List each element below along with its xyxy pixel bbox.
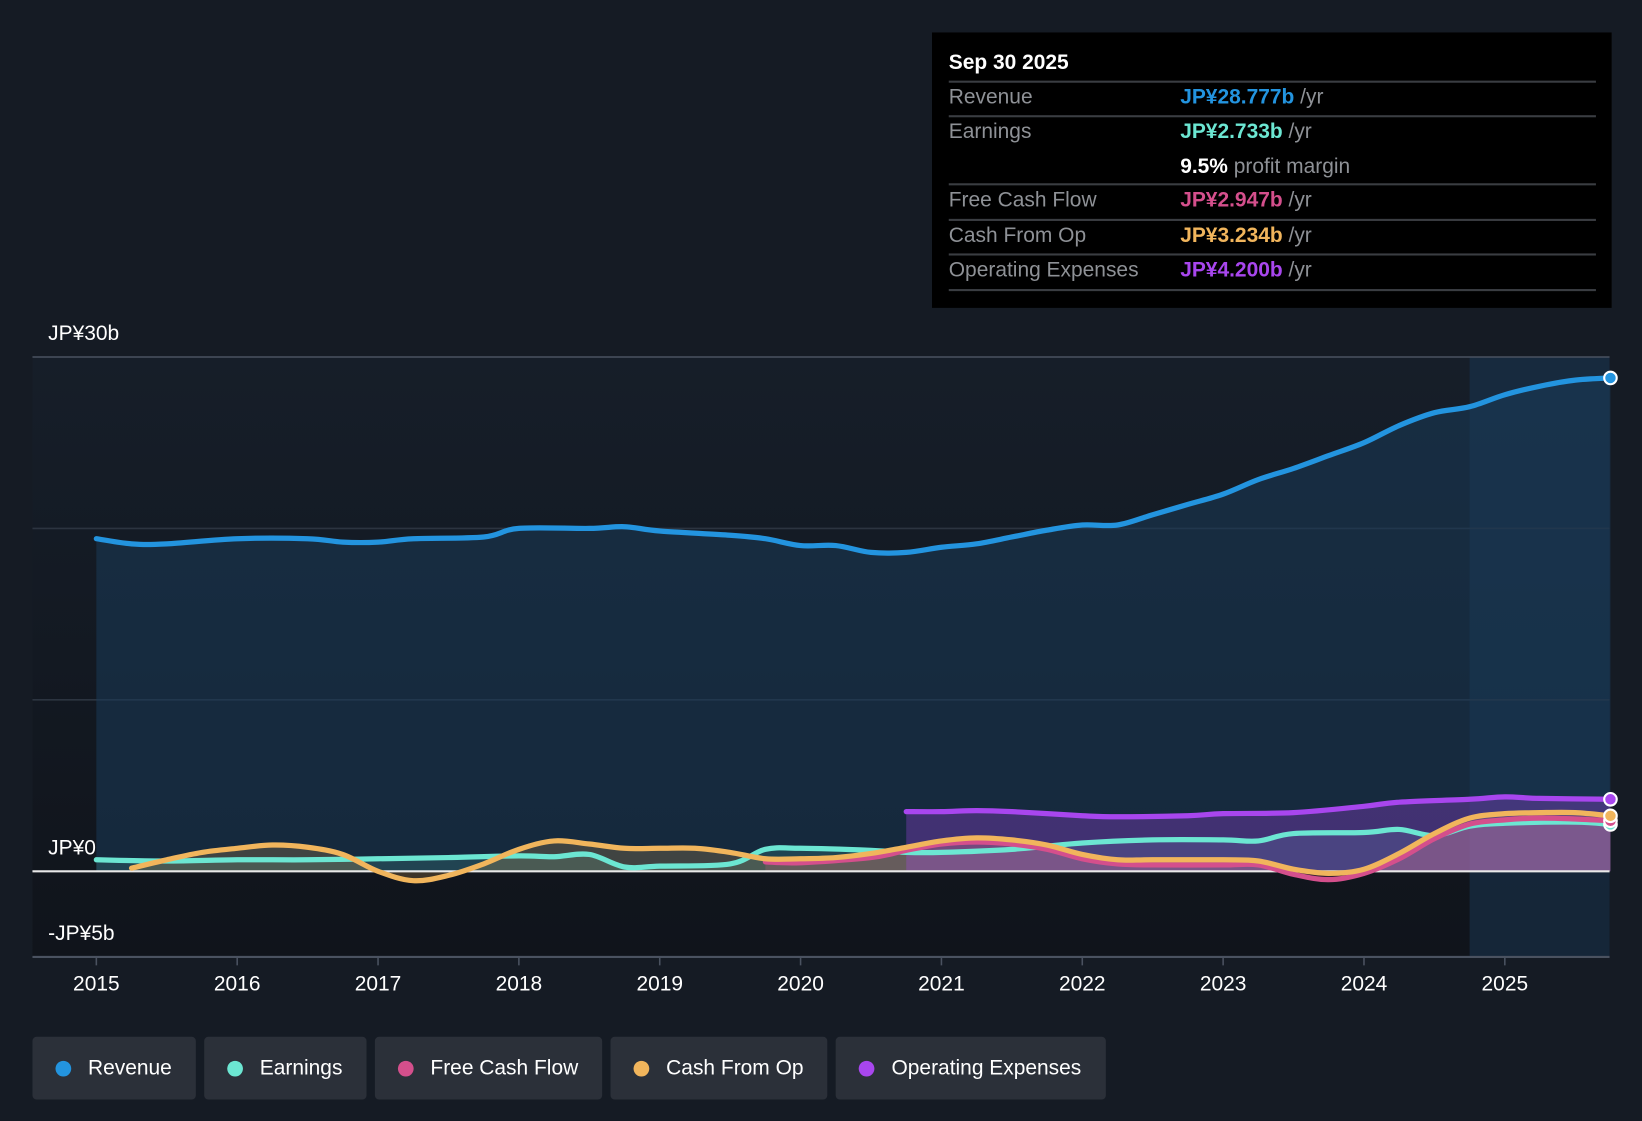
y-tick-label: JP¥0 xyxy=(48,837,96,860)
tooltip-row-fcf: Free Cash Flow JP¥2.947b /yr xyxy=(948,183,1596,219)
tooltip-unit: /yr xyxy=(1300,85,1324,109)
x-tick-label: 2022 xyxy=(1059,973,1106,996)
revenue-dot-icon xyxy=(55,1060,72,1076)
tooltip-row-earnings: Earnings JP¥2.733b /yr 9.5% profit margin xyxy=(948,115,1596,184)
y-tick-label: JP¥30b xyxy=(48,322,119,345)
tooltip-unit: /yr xyxy=(1288,188,1312,212)
tooltip-value: JP¥2.733b xyxy=(1180,120,1283,144)
legend-label: Operating Expenses xyxy=(891,1056,1082,1080)
tooltip: Sep 30 2025 Revenue JP¥28.777b /yr Earnin… xyxy=(932,32,1612,308)
tooltip-value: JP¥4.200b xyxy=(1180,258,1283,282)
tooltip-date: Sep 30 2025 xyxy=(948,51,1069,75)
legend-label: Cash From Op xyxy=(666,1056,804,1080)
tooltip-row-opex: Operating Expenses JP¥4.200b /yr xyxy=(948,253,1596,292)
x-tick-label: 2025 xyxy=(1482,973,1529,996)
profit-margin-label: profit margin xyxy=(1233,154,1351,179)
endpoint-cash-from-op xyxy=(1603,808,1618,824)
tooltip-unit: /yr xyxy=(1288,258,1312,282)
y-tick-label: -JP¥5b xyxy=(48,922,114,945)
opex-dot-icon xyxy=(859,1060,875,1076)
legend-free-cash-flow[interactable]: Free Cash Flow xyxy=(374,1036,603,1100)
x-tick-label: 2021 xyxy=(918,973,965,996)
chart-panel: 2015 2016 2017 2018 2019 2020 2021 2022 2023 2024… xyxy=(0,0,1642,1121)
legend-revenue[interactable]: Revenue xyxy=(32,1036,196,1100)
endpoint-revenue xyxy=(1603,370,1618,386)
legend-label: Revenue xyxy=(87,1056,172,1080)
tooltip-value: JP¥3.234b xyxy=(1180,224,1283,248)
cfo-dot-icon xyxy=(633,1060,650,1076)
tooltip-label: Free Cash Flow xyxy=(948,188,1097,212)
x-tick-label: 2023 xyxy=(1200,973,1247,996)
profit-margin-value: 9.5% xyxy=(1180,154,1228,179)
tooltip-unit: /yr xyxy=(1288,120,1312,144)
tooltip-row-revenue: Revenue JP¥28.777b /yr xyxy=(948,80,1596,117)
legend-earnings[interactable]: Earnings xyxy=(204,1036,367,1100)
fcf-dot-icon xyxy=(397,1060,414,1076)
x-tick-label: 2020 xyxy=(777,973,824,996)
tooltip-label: Earnings xyxy=(948,120,1032,144)
x-tick-label: 2015 xyxy=(73,973,120,996)
x-tick-label: 2017 xyxy=(355,973,402,996)
legend-cash-from-op[interactable]: Cash From Op xyxy=(610,1036,828,1100)
tooltip-label: Revenue xyxy=(948,85,1033,109)
legend: Revenue Earnings Free Cash Flow Cash Fro… xyxy=(32,1036,1106,1100)
x-tick-label: 2019 xyxy=(636,973,683,996)
tooltip-row-cfo: Cash From Op JP¥3.234b /yr xyxy=(948,218,1596,255)
legend-label: Earnings xyxy=(259,1056,343,1080)
legend-label: Free Cash Flow xyxy=(430,1056,579,1080)
earnings-dot-icon xyxy=(227,1060,244,1076)
legend-operating-expenses[interactable]: Operating Expenses xyxy=(835,1036,1106,1100)
x-tick-label: 2016 xyxy=(214,973,261,996)
tooltip-unit: /yr xyxy=(1288,224,1312,248)
x-tick-label: 2018 xyxy=(496,973,543,996)
x-tick-label: 2024 xyxy=(1341,973,1388,996)
endpoint-operating-expenses xyxy=(1603,791,1618,807)
tooltip-value: JP¥28.777b xyxy=(1180,85,1295,109)
tooltip-value: JP¥2.947b xyxy=(1180,188,1283,212)
tooltip-label: Cash From Op xyxy=(948,224,1087,248)
tooltip-label: Operating Expenses xyxy=(948,258,1139,282)
